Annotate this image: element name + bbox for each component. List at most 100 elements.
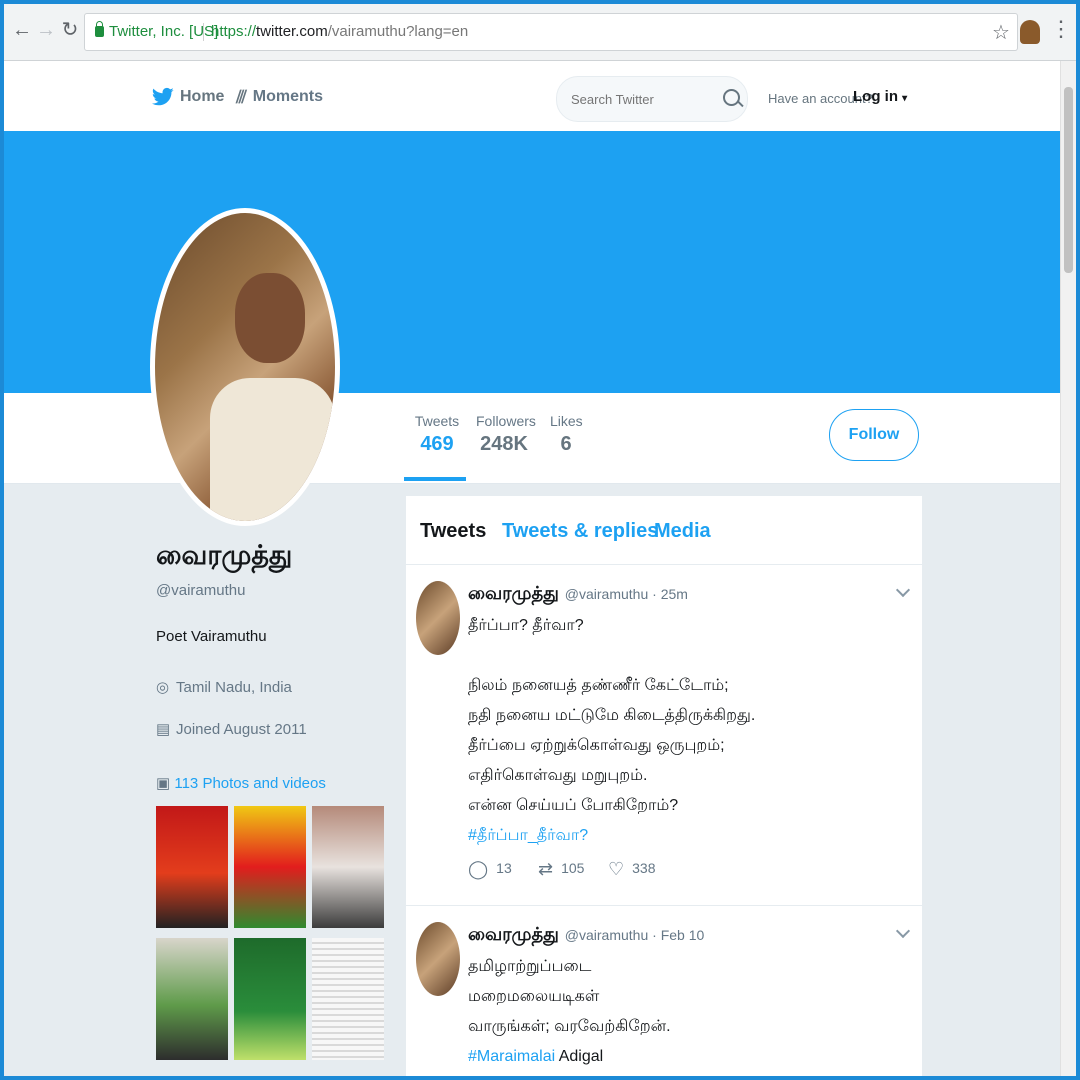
tweet-author-name[interactable]: வைரமுத்து xyxy=(468,924,559,944)
profile-handle[interactable]: @vairamuthu xyxy=(156,582,245,599)
calendar-icon: ▤ xyxy=(156,721,171,738)
tweet-line xyxy=(468,641,908,671)
photos-videos-link[interactable]: ▣ 113 Photos and videos xyxy=(156,774,326,792)
timeline-tabs: Tweets Tweets & replies Media xyxy=(406,496,922,565)
caret-down-icon: ▾ xyxy=(902,93,908,104)
browser-profile-avatar[interactable] xyxy=(1020,20,1040,44)
browser-toolbar: ← → ↻ Twitter, Inc. [US] https://twitter… xyxy=(4,4,1076,61)
url-path: /vairamuthu?lang=en xyxy=(327,23,469,40)
tweet[interactable]: வைரமுத்து @vairamuthu · Feb 10 தமிழாற்று… xyxy=(406,906,922,1076)
active-stat-indicator xyxy=(404,477,466,481)
browser-window: ← → ↻ Twitter, Inc. [US] https://twitter… xyxy=(4,4,1076,1076)
stat-tweets[interactable]: Tweets 469 xyxy=(406,413,468,456)
tweet-handle-time[interactable]: @vairamuthu · Feb 10 xyxy=(565,927,705,943)
reply-count: 13 xyxy=(496,860,512,877)
tweet-hashtag-line: #Maraimalai Adigal xyxy=(468,1042,908,1072)
timeline: Tweets Tweets & replies Media வைரமுத்து … xyxy=(406,496,922,1076)
tweet-hashtag[interactable]: #தீர்ப்பா_தீர்வா? xyxy=(468,821,908,851)
bookmark-star-icon[interactable]: ☆ xyxy=(992,20,1010,45)
tweet-line: தமிழாற்றுப்படை xyxy=(468,958,592,975)
page-scrollbar[interactable] xyxy=(1060,61,1076,1076)
photo-thumbnail[interactable] xyxy=(312,938,384,1060)
photo-thumbnail[interactable] xyxy=(156,938,228,1060)
tweet-avatar[interactable] xyxy=(416,922,460,996)
back-icon[interactable]: ← xyxy=(10,18,34,42)
nav-home-label: Home xyxy=(180,88,225,105)
profile-bio: Poet Vairamuthu xyxy=(156,628,267,645)
scrollbar-thumb[interactable] xyxy=(1064,87,1073,273)
url-scheme: https:// xyxy=(211,23,257,40)
stat-likes-label: Likes xyxy=(550,413,583,429)
profile-name[interactable]: வைரமுத்து xyxy=(156,540,292,575)
location-pin-icon: ◎ xyxy=(156,679,170,696)
tab-tweets[interactable]: Tweets xyxy=(420,520,486,543)
avatar-body-shape xyxy=(210,378,335,521)
stat-likes[interactable]: Likes 6 xyxy=(550,413,583,456)
browser-menu-icon[interactable]: ⋮ xyxy=(1050,16,1072,42)
address-divider xyxy=(203,23,204,41)
tweet-line: தீர்ப்பை ஏற்றுக்கொள்வது ஒருபுறம்; xyxy=(468,737,725,754)
search-input[interactable] xyxy=(569,87,718,111)
photo-thumbnail[interactable] xyxy=(234,806,306,928)
stat-followers-value: 248K xyxy=(480,433,528,455)
tab-media[interactable]: Media xyxy=(654,520,711,543)
tweet-line: நிலம் நனையத் தண்ணீர் கேட்டோம்; xyxy=(468,677,729,694)
url-host: twitter.com xyxy=(256,23,328,40)
follow-button[interactable]: Follow xyxy=(829,409,919,461)
chevron-down-icon[interactable] xyxy=(895,582,911,598)
reload-icon[interactable]: ↻ xyxy=(58,18,82,42)
like-button[interactable]: ♡ 338 xyxy=(608,859,656,880)
search-icon[interactable] xyxy=(723,89,740,106)
profile-avatar[interactable] xyxy=(150,208,340,526)
tweet-hashtag[interactable]: #Maraimalai xyxy=(468,1048,555,1065)
location-text: Tamil Nadu, India xyxy=(176,679,292,696)
retweet-count: 105 xyxy=(561,860,585,877)
photo-thumbnail[interactable] xyxy=(312,806,384,928)
retweet-icon: ⇄ xyxy=(538,859,554,879)
stat-followers[interactable]: Followers 248K xyxy=(476,413,536,456)
profile-location: ◎ Tamil Nadu, India xyxy=(156,678,292,696)
tweet-text: தமிழாற்றுப்படை மறைமலையடிகள் வாருங்கள்; வ… xyxy=(468,952,908,1072)
stat-tweets-value: 469 xyxy=(420,433,454,455)
stat-likes-value: 6 xyxy=(560,433,572,455)
chevron-down-icon[interactable] xyxy=(895,923,911,939)
search-box[interactable] xyxy=(556,76,748,122)
tweet[interactable]: வைரமுத்து @vairamuthu · 25m தீர்ப்பா? தீ… xyxy=(406,565,922,906)
retweet-button[interactable]: ⇄ 105 xyxy=(538,859,584,880)
tweet-header: வைரமுத்து @vairamuthu · Feb 10 xyxy=(468,924,704,947)
photo-thumbnail[interactable] xyxy=(156,806,228,928)
nav-moments[interactable]: ⫻ Moments xyxy=(236,83,323,111)
profile-joined: ▤ Joined August 2011 xyxy=(156,720,307,738)
tweet-line: என்ன செய்யப் போகிறோம்? xyxy=(468,797,679,814)
hashtag-suffix: Adigal xyxy=(555,1048,604,1065)
tweet-line: நதி நனைய மட்டுமே கிடைத்திருக்கிறது. xyxy=(468,707,756,724)
site-identity: Twitter, Inc. [US] xyxy=(109,23,219,40)
login-label: Log in xyxy=(853,88,898,105)
stat-followers-label: Followers xyxy=(476,413,536,429)
forward-icon[interactable]: → xyxy=(34,18,58,42)
tweet-text: தீர்ப்பா? தீர்வா? நிலம் நனையத் தண்ணீர் க… xyxy=(468,611,908,851)
photo-thumbnail[interactable] xyxy=(234,938,306,1060)
lock-icon xyxy=(95,21,104,37)
tweet-handle-time[interactable]: @vairamuthu · 25m xyxy=(565,586,688,602)
tweet-line: மறைமலையடிகள் xyxy=(468,988,600,1005)
tweet-line: வாருங்கள்; வரவேற்கிறேன். xyxy=(468,1018,671,1035)
address-bar[interactable]: Twitter, Inc. [US] https://twitter.com/v… xyxy=(84,13,1018,51)
twitter-bird-icon xyxy=(152,87,174,106)
tab-tweets-replies[interactable]: Tweets & replies xyxy=(502,520,658,543)
photo-icon: ▣ xyxy=(156,775,171,792)
avatar-face-shape xyxy=(235,273,305,363)
joined-text: Joined August 2011 xyxy=(176,721,307,738)
stat-tweets-label: Tweets xyxy=(414,413,460,429)
tweet-avatar[interactable] xyxy=(416,581,460,655)
twitter-top-nav: Home ⫻Moments Have an account? Log in ▾ xyxy=(4,61,1060,132)
like-count: 338 xyxy=(632,860,656,877)
heart-icon: ♡ xyxy=(608,859,625,879)
tweet-author-name[interactable]: வைரமுத்து xyxy=(468,583,559,603)
reply-button[interactable]: ◯ 13 xyxy=(468,859,512,880)
tweet-header: வைரமுத்து @vairamuthu · 25m xyxy=(468,583,688,606)
nav-home[interactable]: Home xyxy=(152,83,224,111)
login-link[interactable]: Log in ▾ xyxy=(853,88,907,105)
url-text: https://twitter.com/vairamuthu?lang=en xyxy=(211,14,468,50)
nav-moments-label: Moments xyxy=(252,88,323,106)
